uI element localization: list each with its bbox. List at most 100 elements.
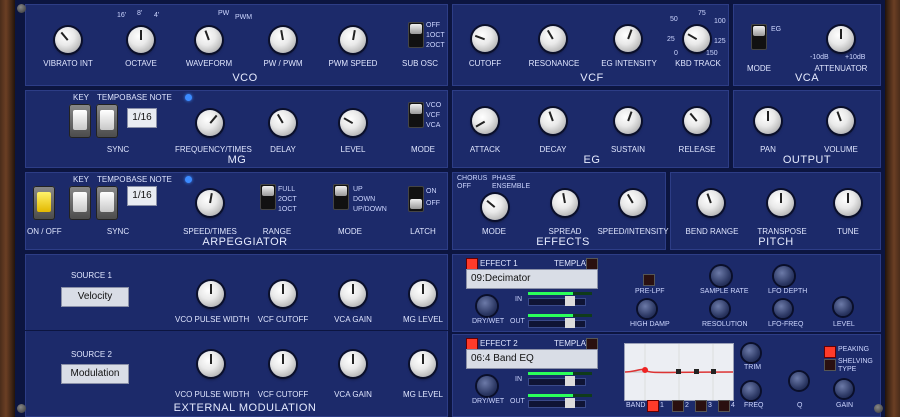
arp-on-off-button[interactable] xyxy=(33,186,55,220)
effect2-shelving-button[interactable] xyxy=(824,359,836,371)
waveform-knob[interactable] xyxy=(196,27,222,53)
effect1-in-fader[interactable] xyxy=(528,296,586,306)
src1-vca-gain-knob[interactable] xyxy=(340,281,366,307)
eg-intensity-knob[interactable] xyxy=(615,26,641,52)
effect2-band3-label: 3 xyxy=(708,402,712,409)
mg-key-sync-button[interactable] xyxy=(69,104,91,138)
mg-level-knob[interactable] xyxy=(340,110,366,136)
effect1-level-knob[interactable] xyxy=(834,298,852,316)
src1-mg-level-knob[interactable] xyxy=(410,281,436,307)
effect2-band2-button[interactable] xyxy=(672,400,684,412)
fx-speed-intensity-knob[interactable] xyxy=(620,190,646,216)
arp-range-switch[interactable] xyxy=(260,184,276,210)
pwm-speed-knob[interactable] xyxy=(340,27,366,53)
source1-dropdown[interactable]: Velocity xyxy=(61,287,129,307)
volume-knob[interactable] xyxy=(828,108,854,134)
effect2-drywet-knob[interactable] xyxy=(477,376,497,396)
mg-frequency-knob[interactable] xyxy=(197,110,223,136)
effect1-resolution-knob[interactable] xyxy=(711,300,729,318)
kbd-tick-25: 25 xyxy=(667,36,675,43)
effect2-in-meter xyxy=(528,372,592,375)
fx-mode-knob[interactable] xyxy=(482,194,508,220)
effect1-lfodepth-knob[interactable] xyxy=(774,266,794,286)
mg-led xyxy=(185,94,192,101)
effect1-lfofreq-knob[interactable] xyxy=(774,300,792,318)
resonance-knob[interactable] xyxy=(540,26,566,52)
pan-knob[interactable] xyxy=(755,108,781,134)
kbd-tick-50: 50 xyxy=(670,16,678,23)
effect1-preset-dropdown[interactable]: 09:Decimator xyxy=(466,269,598,289)
src2-mg-level-knob[interactable] xyxy=(410,351,436,377)
attenuator-knob[interactable] xyxy=(828,26,854,52)
octave-tick-16: 16' xyxy=(117,12,127,19)
effect2-gain-label: GAIN xyxy=(836,402,854,409)
effect2-preset-dropdown[interactable]: 06:4 Band EQ xyxy=(466,349,598,369)
effect2-eq-graph[interactable] xyxy=(624,343,734,401)
mg-mode-switch[interactable] xyxy=(408,102,424,128)
fx-mode-label: MODE xyxy=(482,227,506,236)
effect2-band3-button[interactable] xyxy=(695,400,707,412)
src2-vco-pw-knob[interactable] xyxy=(198,351,224,377)
sub-osc-switch[interactable] xyxy=(408,22,424,48)
effect1-level-label: LEVEL xyxy=(833,321,855,328)
effect2-q-knob[interactable] xyxy=(790,372,808,390)
fx-spread-knob[interactable] xyxy=(552,190,578,216)
arp-key-label: KEY xyxy=(73,175,90,184)
arp-mode-opt-up: UP xyxy=(353,186,363,193)
mg-base-note-value[interactable]: 1/16 xyxy=(127,108,157,128)
src1-vco-pw-knob[interactable] xyxy=(198,281,224,307)
sustain-knob[interactable] xyxy=(615,108,641,134)
vibrato-int-knob[interactable] xyxy=(55,27,81,53)
vibrato-int-label: VIBRATO INT xyxy=(43,59,93,68)
octave-knob[interactable] xyxy=(128,27,154,53)
bend-range-knob[interactable] xyxy=(698,190,724,216)
tune-label: TUNE xyxy=(837,227,859,236)
src2-vcf-cutoff-knob[interactable] xyxy=(270,351,296,377)
arp-key-sync-button[interactable] xyxy=(69,186,91,220)
effect1-drywet-knob[interactable] xyxy=(477,296,497,316)
arp-latch-opt-off: OFF xyxy=(426,200,440,207)
effect1-prelpf-button[interactable] xyxy=(643,274,655,286)
effect2-peaking-button[interactable] xyxy=(824,346,836,358)
effect2-shelving-label: SHELVING TYPE xyxy=(838,358,873,373)
mg-tempo-sync-button[interactable] xyxy=(96,104,118,138)
arp-base-note-value[interactable]: 1/16 xyxy=(127,186,157,206)
arp-range-opt-1oct: 1OCT xyxy=(278,206,297,213)
release-knob[interactable] xyxy=(684,108,710,134)
arp-tempo-sync-button[interactable] xyxy=(96,186,118,220)
effect2-gain-knob[interactable] xyxy=(835,380,853,398)
arp-base-note-label: BASE NOTE xyxy=(126,175,172,184)
effect2-peaking-label: PEAKING xyxy=(838,346,870,353)
source2-dropdown[interactable]: Modulation xyxy=(61,364,129,384)
cutoff-knob[interactable] xyxy=(472,26,498,52)
arp-mode-switch[interactable] xyxy=(333,184,349,210)
effect1-samplerate-knob[interactable] xyxy=(711,266,731,286)
src1-vcf-cutoff-knob[interactable] xyxy=(270,281,296,307)
arp-latch-switch[interactable] xyxy=(408,186,424,212)
vca-mode-switch[interactable] xyxy=(751,24,767,50)
effect2-band4-button[interactable] xyxy=(718,400,730,412)
arp-speed-knob[interactable] xyxy=(197,190,223,216)
kbd-track-knob[interactable] xyxy=(684,26,710,52)
effect2-out-fader[interactable] xyxy=(528,398,586,408)
mg-delay-knob[interactable] xyxy=(270,110,296,136)
mg-tempo-label: TEMPO xyxy=(97,93,126,102)
tune-knob[interactable] xyxy=(835,190,861,216)
extmod-section: SOURCE 1 Velocity VCO PULSE WIDTH VCF CU… xyxy=(25,254,448,417)
effect1-out-fader[interactable] xyxy=(528,318,586,328)
pw-pwm-knob[interactable] xyxy=(270,27,296,53)
effect2-band1-button[interactable] xyxy=(647,400,659,412)
effect2-freq-knob[interactable] xyxy=(742,382,760,400)
effect1-highdamp-knob[interactable] xyxy=(638,300,656,318)
attack-knob[interactable] xyxy=(472,108,498,134)
effect2-trim-knob[interactable] xyxy=(742,344,760,362)
src2-vca-gain-knob[interactable] xyxy=(340,351,366,377)
effect2-in-fader[interactable] xyxy=(528,376,586,386)
transpose-knob[interactable] xyxy=(768,190,794,216)
bend-range-label: BEND RANGE xyxy=(685,227,739,236)
screw xyxy=(17,4,26,13)
effect2-out-label: OUT xyxy=(510,398,525,405)
decay-knob[interactable] xyxy=(540,108,566,134)
src1-vco-pw-label: VCO PULSE WIDTH xyxy=(175,315,250,324)
effect1-highdamp-label: HIGH DAMP xyxy=(630,321,670,328)
